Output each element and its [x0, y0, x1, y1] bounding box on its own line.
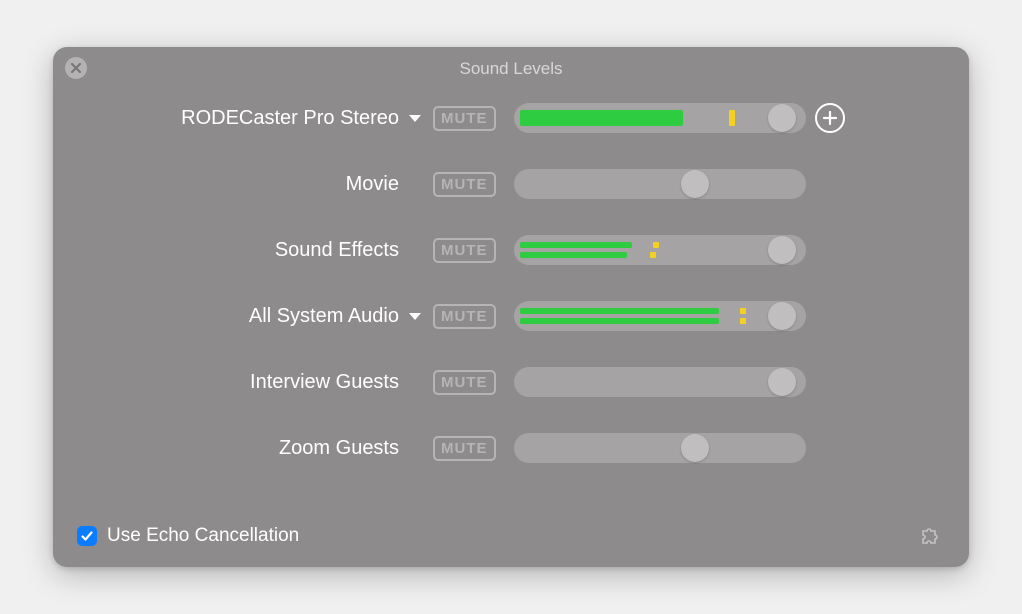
source-label-cell: Movie — [83, 173, 433, 196]
source-label: Interview Guests — [250, 371, 399, 394]
slider-thumb[interactable] — [768, 104, 796, 132]
plus-icon — [822, 110, 838, 126]
level-slider[interactable] — [514, 301, 806, 331]
level-slider[interactable] — [514, 103, 806, 133]
source-label: All System Audio — [249, 305, 399, 328]
source-row: Sound Effects MUTE — [83, 233, 939, 267]
add-cell — [806, 103, 854, 133]
sound-levels-panel: Sound Levels RODECaster Pro StereoMUTEMo… — [53, 47, 969, 567]
puzzle-icon — [917, 523, 943, 549]
meter-peak — [729, 110, 735, 126]
spacer — [409, 247, 421, 254]
source-label-cell: Interview Guests — [83, 371, 433, 394]
echo-cancellation-checkbox[interactable]: Use Echo Cancellation — [77, 525, 299, 547]
spacer — [409, 181, 421, 188]
mute-button[interactable]: MUTE — [433, 238, 496, 263]
source-label-cell: Sound Effects — [83, 239, 433, 262]
chevron-down-icon — [409, 115, 421, 122]
source-label: Movie — [346, 173, 399, 196]
slider-thumb[interactable] — [768, 236, 796, 264]
meter-fill — [520, 110, 684, 126]
meter-bars — [520, 305, 776, 327]
level-slider[interactable] — [514, 433, 806, 463]
level-slider[interactable] — [514, 169, 806, 199]
source-rows: RODECaster Pro StereoMUTEMovieMUTESound … — [53, 101, 969, 465]
source-row: RODECaster Pro Stereo MUTE — [83, 101, 939, 135]
source-label-cell[interactable]: RODECaster Pro Stereo — [83, 107, 433, 130]
source-label: RODECaster Pro Stereo — [181, 107, 399, 130]
meter-bar — [520, 318, 776, 324]
chevron-down-icon — [409, 313, 421, 320]
meter-peak — [740, 318, 746, 324]
mute-button[interactable]: MUTE — [433, 172, 496, 197]
mute-button[interactable]: MUTE — [433, 436, 496, 461]
meter-bar — [520, 110, 776, 126]
panel-title: Sound Levels — [53, 59, 969, 79]
panel-footer: Use Echo Cancellation — [77, 521, 945, 551]
slider-thumb[interactable] — [768, 302, 796, 330]
source-label: Sound Effects — [275, 239, 399, 262]
spacer — [409, 379, 421, 386]
source-row: Zoom Guests MUTE — [83, 431, 939, 465]
meter-peak — [653, 242, 659, 248]
source-row: All System Audio MUTE — [83, 299, 939, 333]
close-button[interactable] — [65, 57, 87, 79]
slider-thumb[interactable] — [681, 434, 709, 462]
echo-cancellation-label: Use Echo Cancellation — [107, 525, 299, 547]
extensions-button[interactable] — [915, 521, 945, 551]
level-slider[interactable] — [514, 235, 806, 265]
mute-button[interactable]: MUTE — [433, 106, 496, 131]
meter-bar — [520, 308, 776, 314]
source-label: Zoom Guests — [279, 437, 399, 460]
meter-bars — [520, 239, 776, 261]
source-label-cell: Zoom Guests — [83, 437, 433, 460]
meter-bar — [520, 252, 776, 258]
level-slider[interactable] — [514, 367, 806, 397]
source-row: Interview Guests MUTE — [83, 365, 939, 399]
close-icon — [70, 62, 82, 74]
meter-peak — [650, 252, 656, 258]
mute-button[interactable]: MUTE — [433, 304, 496, 329]
meter-peak — [740, 308, 746, 314]
mute-button[interactable]: MUTE — [433, 370, 496, 395]
source-row: Movie MUTE — [83, 167, 939, 201]
spacer — [409, 445, 421, 452]
meter-fill — [520, 242, 633, 248]
meter-fill — [520, 252, 628, 258]
checkmark-icon — [80, 529, 94, 543]
checkbox-box — [77, 526, 97, 546]
meter-bars — [520, 107, 776, 129]
slider-thumb[interactable] — [768, 368, 796, 396]
source-label-cell[interactable]: All System Audio — [83, 305, 433, 328]
slider-thumb[interactable] — [681, 170, 709, 198]
meter-fill — [520, 308, 720, 314]
meter-fill — [520, 318, 720, 324]
meter-bar — [520, 242, 776, 248]
add-source-button[interactable] — [815, 103, 845, 133]
